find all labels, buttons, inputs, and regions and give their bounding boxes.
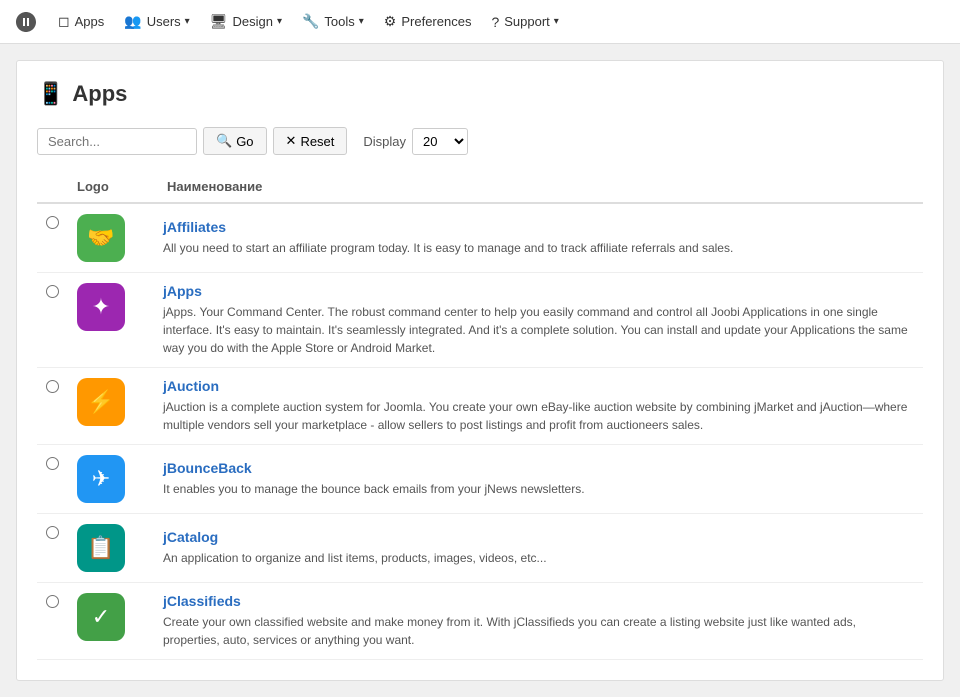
app-desc: An application to organize and list item… — [163, 549, 913, 567]
top-navigation: ◻ Apps 👥 Users ▾ 🖥 Design ▾ 🔧 Tools ▾ ⚙ … — [0, 0, 960, 44]
design-caret-icon: ▾ — [277, 16, 282, 27]
page-title: Apps — [72, 81, 127, 107]
app-name[interactable]: jApps — [163, 283, 913, 299]
app-desc: jAuction is a complete auction system fo… — [163, 398, 913, 434]
table-row: ✈ jBounceBack It enables you to manage t… — [37, 445, 923, 514]
th-checkbox — [37, 171, 67, 203]
row-info-cell: jAuction jAuction is a complete auction … — [157, 368, 923, 445]
row-logo-cell: ✓ — [67, 583, 157, 660]
row-info-cell: jBounceBack It enables you to manage the… — [157, 445, 923, 514]
search-input[interactable] — [37, 128, 197, 155]
table-row: ⚡ jAuction jAuction is a complete auctio… — [37, 368, 923, 445]
design-nav-icon: 🖥 — [210, 13, 228, 30]
nav-preferences-label: Preferences — [401, 14, 471, 29]
reset-icon: ✕ — [286, 133, 297, 149]
row-radio-cell — [37, 583, 67, 660]
nav-item-tools[interactable]: 🔧 Tools ▾ — [292, 0, 374, 44]
nav-support-label: Support — [504, 14, 550, 29]
th-name: Наименование — [157, 171, 923, 203]
row-logo-cell: ⚡ — [67, 368, 157, 445]
app-name[interactable]: jCatalog — [163, 529, 913, 545]
app-radio[interactable] — [46, 595, 59, 608]
app-name[interactable]: jAuction — [163, 378, 913, 394]
app-name[interactable]: jClassifieds — [163, 593, 913, 609]
nav-tools-label: Tools — [324, 14, 354, 29]
app-radio[interactable] — [46, 457, 59, 470]
row-logo-cell: ✦ — [67, 273, 157, 368]
app-icon: 🤝 — [77, 214, 125, 262]
nav-item-design[interactable]: 🖥 Design ▾ — [200, 0, 292, 44]
row-radio-cell — [37, 514, 67, 583]
reset-label: Reset — [300, 134, 334, 149]
apps-nav-icon: ◻ — [58, 13, 70, 30]
app-radio[interactable] — [46, 380, 59, 393]
nav-apps-label: Apps — [75, 14, 105, 29]
app-icon: ✓ — [77, 593, 125, 641]
row-radio-cell — [37, 368, 67, 445]
nav-item-users[interactable]: 👥 Users ▾ — [114, 0, 199, 44]
go-button[interactable]: 🔍 Go — [203, 127, 267, 155]
display-select[interactable]: 5 10 15 20 25 30 50 100 — [412, 128, 468, 155]
app-radio[interactable] — [46, 285, 59, 298]
apps-table: Logo Наименование 🤝 jAffiliates All you … — [37, 171, 923, 660]
row-info-cell: jClassifieds Create your own classified … — [157, 583, 923, 660]
app-name[interactable]: jBounceBack — [163, 460, 913, 476]
row-radio-cell — [37, 203, 67, 273]
page-title-icon: 📱 — [37, 81, 64, 107]
nav-logo[interactable] — [8, 4, 44, 40]
row-radio-cell — [37, 445, 67, 514]
app-icon: ⚡ — [77, 378, 125, 426]
app-icon: ✈ — [77, 455, 125, 503]
app-desc: It enables you to manage the bounce back… — [163, 480, 913, 498]
table-row: 📋 jCatalog An application to organize an… — [37, 514, 923, 583]
nav-users-label: Users — [147, 14, 181, 29]
app-desc: All you need to start an affiliate progr… — [163, 239, 913, 257]
table-row: 🤝 jAffiliates All you need to start an a… — [37, 203, 923, 273]
app-desc: Create your own classified website and m… — [163, 613, 913, 649]
users-nav-icon: 👥 — [124, 13, 141, 30]
row-info-cell: jAffiliates All you need to start an aff… — [157, 203, 923, 273]
table-row: ✦ jApps jApps. Your Command Center. The … — [37, 273, 923, 368]
reset-button[interactable]: ✕ Reset — [273, 127, 348, 155]
page-title-row: 📱 Apps — [37, 81, 923, 107]
users-caret-icon: ▾ — [185, 16, 190, 27]
row-radio-cell — [37, 273, 67, 368]
app-radio[interactable] — [46, 526, 59, 539]
nav-design-label: Design — [232, 14, 272, 29]
app-name[interactable]: jAffiliates — [163, 219, 913, 235]
table-row: ✓ jClassifieds Create your own classifie… — [37, 583, 923, 660]
support-caret-icon: ▾ — [554, 16, 559, 27]
row-logo-cell: 📋 — [67, 514, 157, 583]
app-icon: 📋 — [77, 524, 125, 572]
go-label: Go — [236, 134, 253, 149]
nav-item-support[interactable]: ? Support ▾ — [481, 0, 568, 44]
table-header-row: Logo Наименование — [37, 171, 923, 203]
th-logo: Logo — [67, 171, 157, 203]
nav-item-apps[interactable]: ◻ Apps — [48, 0, 114, 44]
app-desc: jApps. Your Command Center. The robust c… — [163, 303, 913, 357]
main-content: 📱 Apps 🔍 Go ✕ Reset Display 5 10 15 20 2… — [16, 60, 944, 681]
tools-caret-icon: ▾ — [359, 16, 364, 27]
nav-item-preferences[interactable]: ⚙ Preferences — [374, 0, 482, 44]
row-info-cell: jCatalog An application to organize and … — [157, 514, 923, 583]
search-icon: 🔍 — [216, 133, 232, 149]
app-radio[interactable] — [46, 216, 59, 229]
support-nav-icon: ? — [491, 14, 499, 30]
row-info-cell: jApps jApps. Your Command Center. The ro… — [157, 273, 923, 368]
search-bar: 🔍 Go ✕ Reset Display 5 10 15 20 25 30 50… — [37, 127, 923, 155]
row-logo-cell: ✈ — [67, 445, 157, 514]
display-label: Display — [363, 134, 406, 149]
app-icon: ✦ — [77, 283, 125, 331]
row-logo-cell: 🤝 — [67, 203, 157, 273]
preferences-nav-icon: ⚙ — [384, 13, 397, 30]
tools-nav-icon: 🔧 — [302, 13, 319, 30]
